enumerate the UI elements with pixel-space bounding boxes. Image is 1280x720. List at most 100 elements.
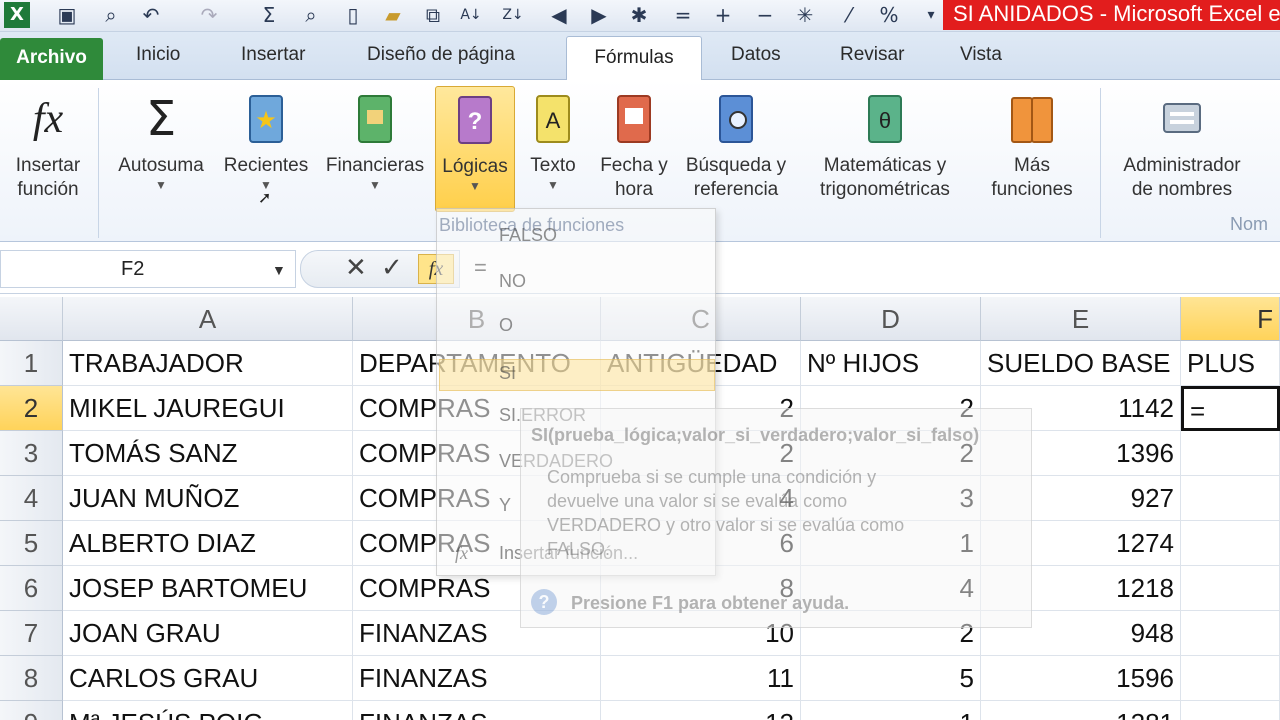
table-cell[interactable] [1181,521,1280,566]
percent-icon[interactable]: % [876,2,902,28]
table-cell[interactable]: 1 [801,701,981,720]
header-cell[interactable]: Nº HIJOS [801,341,981,386]
attach-icon[interactable]: ⧉ [420,2,446,28]
header-cell[interactable]: TRABAJADOR [63,341,353,386]
table-cell[interactable]: MIKEL JAUREGUI [63,386,353,431]
header-cell[interactable]: PLUS [1181,341,1280,386]
function-item-y[interactable]: Y [499,495,511,516]
header-cell[interactable]: SUELDO BASE [981,341,1181,386]
table-cell[interactable] [1181,431,1280,476]
row-header[interactable]: 4 [0,476,63,521]
cancel-icon[interactable]: ✕ [345,253,367,283]
row-header[interactable]: 9 [0,701,63,720]
tab-review[interactable]: Revisar [840,44,904,66]
table-cell[interactable] [1181,611,1280,656]
book-question-icon: ? [458,96,492,144]
financial-button[interactable]: Financieras ▼ [320,86,430,192]
column-header-a[interactable]: A [63,297,353,341]
table-cell[interactable] [1181,566,1280,611]
name-manager-button[interactable]: Administrador de nombres [1110,86,1254,202]
function-item-no[interactable]: NO [499,271,526,292]
table-cell[interactable]: TOMÁS SANZ [63,431,353,476]
tab-home[interactable]: Inicio [136,44,180,66]
book-theta-icon: θ [868,95,902,143]
table-cell[interactable]: 5 [801,656,981,701]
date-time-button[interactable]: Fecha y hora [596,86,672,202]
row-header[interactable]: 6 [0,566,63,611]
new-icon[interactable]: ▯ [340,2,366,28]
prev-icon[interactable]: ◀ [546,2,572,28]
chevron-down-icon[interactable]: ▼ [272,262,286,278]
tab-file[interactable]: Archivo [0,38,103,80]
row-header[interactable]: 1 [0,341,63,386]
table-cell[interactable]: 12 [601,701,801,720]
table-cell[interactable]: 1281 [981,701,1181,720]
table-cell[interactable]: 11 [601,656,801,701]
table-cell[interactable]: 1596 [981,656,1181,701]
table-cell[interactable]: JUAN MUÑOZ [63,476,353,521]
column-header-e[interactable]: E [981,297,1181,341]
table-cell[interactable]: FINANZAS [353,656,601,701]
print-preview-icon[interactable]: ⌕ [98,2,124,28]
excel-logo-icon[interactable]: X [4,2,30,28]
tooltip-description-line: Comprueba si se cumple una condición y [547,467,877,487]
divide-icon[interactable]: ⁄ [836,2,862,28]
save-icon[interactable]: ▣ [54,2,80,28]
function-item-falso[interactable]: FALSO [499,225,557,246]
tab-view[interactable]: Vista [960,44,1002,66]
table-cell[interactable]: JOAN GRAU [63,611,353,656]
table-cell[interactable] [1181,476,1280,521]
sum-icon[interactable]: Σ [256,2,282,28]
math-button[interactable]: θ Matemáticas y trigonométricas [800,86,970,202]
table-cell[interactable]: JOSEP BARTOMEU [63,566,353,611]
select-all-corner[interactable] [0,297,63,341]
table-cell[interactable] [1181,701,1280,720]
tab-insert[interactable]: Insertar [241,44,305,66]
open-icon[interactable]: ▰ [380,2,406,28]
function-item-si[interactable]: SI [499,363,516,384]
row-header[interactable]: 7 [0,611,63,656]
equals-icon[interactable]: = [670,2,696,28]
tab-data[interactable]: Datos [731,44,781,66]
redo-icon[interactable]: ↷ [196,2,222,28]
customize-icon[interactable]: ▾ [918,2,944,28]
insert-function-button[interactable]: fx Insertar función [4,86,92,202]
multiply-icon[interactable]: ✳ [792,2,818,28]
row-header[interactable]: 3 [0,431,63,476]
table-cell[interactable] [1181,656,1280,701]
cell-style-icon[interactable]: ✱ [626,2,652,28]
next-icon[interactable]: ▶ [586,2,612,28]
book-calendar-icon [617,95,651,143]
table-cell[interactable]: Mª JESÚS POIG [63,701,353,720]
more-functions-button[interactable]: Más funciones [974,86,1090,202]
tab-formulas[interactable]: Fórmulas [566,36,702,81]
enter-icon[interactable]: ✓ [381,253,403,283]
name-box[interactable]: F2 [0,250,296,288]
table-cell[interactable]: ALBERTO DIAZ [63,521,353,566]
sort-az-icon[interactable]: A↓ [458,2,484,28]
ribbon-tabs: Archivo Inicio Insertar Diseño de página… [0,32,1280,81]
find-icon[interactable]: ⌕ [298,2,324,28]
logical-button[interactable]: ? Lógicas ▼ [435,86,515,212]
undo-icon[interactable]: ↶ [138,2,164,28]
text-button[interactable]: A Texto ▼ [522,86,584,192]
function-item-o[interactable]: O [499,315,513,336]
minus-icon[interactable]: − [752,2,778,28]
svg-text:?: ? [468,108,483,135]
column-header-f[interactable]: F [1181,297,1280,341]
autosum-button[interactable]: Σ Autosuma ▼ [110,86,212,192]
recent-button[interactable]: ★ Recientes ▼ [218,86,314,192]
table-cell[interactable]: = [1181,386,1280,431]
row-header[interactable]: 5 [0,521,63,566]
table-cell[interactable]: CARLOS GRAU [63,656,353,701]
tooltip-description-line: FALSO. [547,539,611,559]
tab-page-layout[interactable]: Diseño de página [367,44,515,66]
plus-icon[interactable]: + [710,2,736,28]
sort-za-icon[interactable]: Z↓ [500,2,526,28]
row-header[interactable]: 2 [0,386,63,431]
column-header-d[interactable]: D [801,297,981,341]
table-cell[interactable]: FINANZAS [353,701,601,720]
lookup-button[interactable]: Búsqueda y referencia [678,86,794,202]
tooltip-help: Presione F1 para obtener ayuda. [571,593,850,613]
row-header[interactable]: 8 [0,656,63,701]
